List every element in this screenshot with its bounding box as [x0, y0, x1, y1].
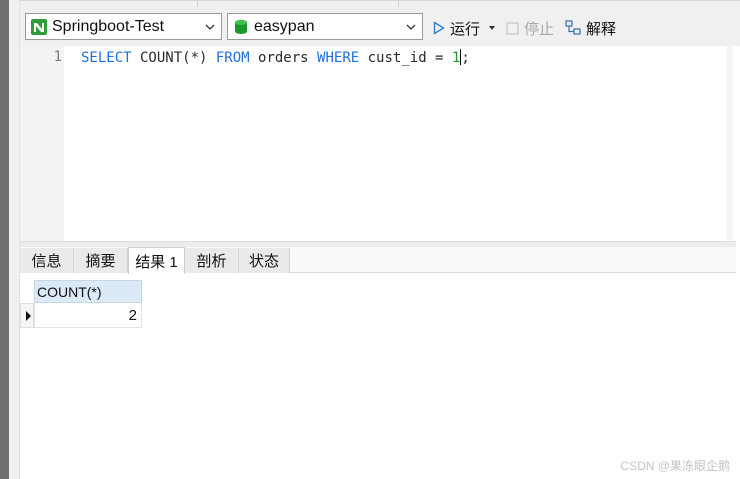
- sql-editor[interactable]: 1 SELECT COUNT(*) FROM orders WHERE cust…: [20, 46, 733, 241]
- tab-info[interactable]: 信息: [20, 248, 74, 273]
- stop-label: 停止: [524, 20, 555, 38]
- run-button[interactable]: 运行: [433, 17, 498, 39]
- where-condition: cust_id =: [359, 50, 452, 66]
- tab-status[interactable]: 状态: [239, 248, 290, 273]
- table-cell[interactable]: 2: [34, 303, 142, 328]
- play-icon: [433, 21, 445, 35]
- database-icon: [235, 19, 247, 34]
- tab-separator: [197, 1, 198, 7]
- chevron-down-icon: [205, 24, 215, 30]
- tab-summary[interactable]: 摘要: [74, 248, 128, 273]
- sql-code-line[interactable]: SELECT COUNT(*) FROM orders WHERE cust_i…: [81, 49, 470, 66]
- run-label: 运行: [450, 20, 481, 38]
- count-expression: COUNT(*): [131, 50, 216, 66]
- database-select[interactable]: easypan: [227, 13, 423, 40]
- query-toolbar: Springboot-Test easypan 运行 停止 解释: [20, 0, 740, 46]
- line-number: 1: [53, 49, 62, 65]
- line-number-gutter: 1: [20, 46, 64, 241]
- keyword-where: WHERE: [317, 50, 360, 66]
- stop-icon: [506, 21, 519, 35]
- connection-select[interactable]: Springboot-Test: [25, 13, 222, 40]
- caret-down-icon[interactable]: [486, 23, 498, 33]
- column-header[interactable]: COUNT(*): [34, 280, 142, 303]
- stop-button[interactable]: 停止: [506, 17, 554, 39]
- result-tab-bar: 信息 摘要 结果 1 剖析 状态: [20, 247, 736, 274]
- panel-edge: [9, 0, 20, 479]
- statement-terminator: ;: [461, 50, 470, 66]
- keyword-from: FROM: [215, 50, 250, 66]
- tab-separator: [398, 1, 399, 7]
- connection-label: Springboot-Test: [52, 17, 165, 35]
- explain-icon: [565, 20, 581, 35]
- editor-scrollbar[interactable]: [726, 46, 733, 241]
- tab-profile[interactable]: 剖析: [185, 248, 239, 273]
- literal-value: 1: [451, 50, 461, 66]
- table-name: orders: [249, 50, 318, 66]
- result-grid: COUNT(*) 2: [20, 274, 733, 479]
- mysql-connection-icon: [31, 18, 47, 35]
- watermark: CSDN @果冻眼企鹅: [620, 459, 730, 473]
- chevron-down-icon: [406, 24, 416, 30]
- window-edge: [0, 0, 9, 479]
- keyword-select: SELECT: [81, 50, 132, 66]
- explain-label: 解释: [586, 20, 617, 38]
- tab-result-1[interactable]: 结果 1: [128, 247, 185, 274]
- explain-button[interactable]: 解释: [565, 17, 616, 39]
- database-label: easypan: [254, 17, 315, 35]
- row-selector[interactable]: [20, 303, 34, 328]
- current-row-icon: [26, 311, 31, 321]
